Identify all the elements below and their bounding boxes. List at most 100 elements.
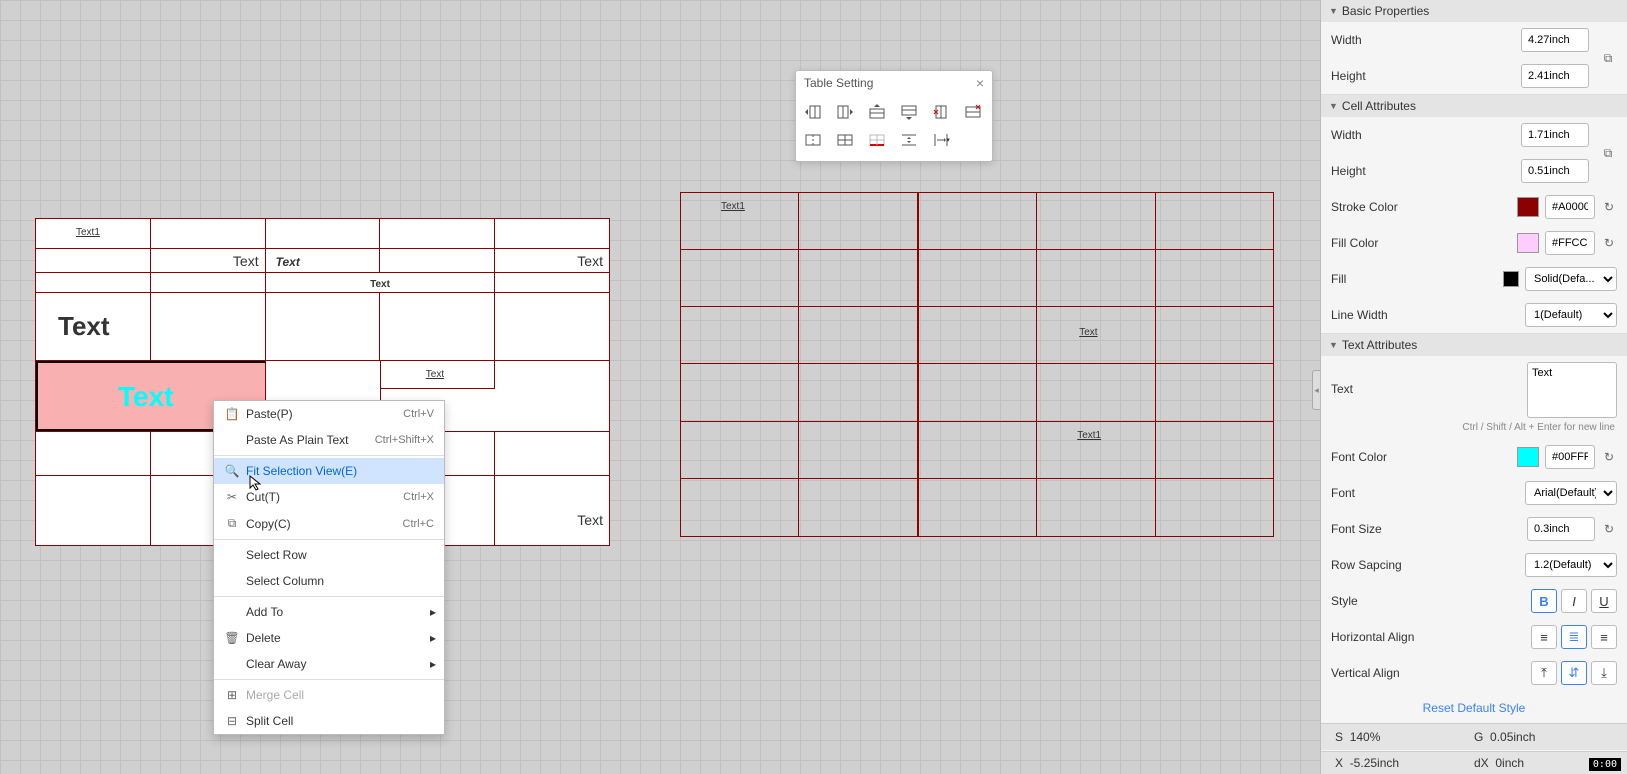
italic-button[interactable]: I (1561, 589, 1587, 613)
t1-cell[interactable]: Text (36, 293, 151, 360)
t1-cell[interactable] (495, 361, 609, 431)
stroke-color-swatch[interactable] (1517, 197, 1539, 217)
menu-fit-selection[interactable]: 🔍Fit Selection View(E) (214, 458, 444, 484)
t1-cell[interactable] (36, 249, 151, 272)
merge-cells-icon[interactable] (800, 129, 826, 151)
underline-button[interactable]: U (1591, 589, 1617, 613)
t2-cell[interactable]: Text (1037, 307, 1155, 363)
t1-cell[interactable] (495, 432, 609, 475)
insert-col-right-icon[interactable] (832, 101, 858, 123)
font-color-swatch[interactable] (1517, 447, 1539, 467)
t1-cell[interactable] (380, 293, 495, 360)
fill-color-input[interactable] (1545, 231, 1595, 255)
t2-cell[interactable] (919, 479, 1037, 536)
delete-row-icon[interactable] (960, 101, 986, 123)
t1-cell[interactable] (36, 273, 151, 292)
t2-cell[interactable] (799, 364, 918, 420)
font-select[interactable]: Arial(Default) (1525, 481, 1617, 505)
fill-type-select[interactable]: Solid(Defa... (1525, 267, 1617, 291)
insert-row-below-icon[interactable] (896, 101, 922, 123)
t2-cell[interactable] (799, 479, 918, 536)
font-color-input[interactable] (1545, 445, 1595, 469)
font-size-input[interactable] (1527, 517, 1595, 541)
menu-split-cell[interactable]: ⊟Split Cell (214, 708, 444, 734)
align-center-button[interactable]: ≣ (1561, 625, 1587, 649)
t2-cell[interactable] (1156, 422, 1273, 478)
menu-select-column[interactable]: Select Column (214, 568, 444, 594)
section-cell-header[interactable]: ▼Cell Attributes (1321, 95, 1627, 117)
text-content-input[interactable]: Text (1527, 362, 1617, 418)
insert-row-above-icon[interactable] (864, 101, 890, 123)
t2-cell[interactable] (799, 193, 918, 249)
t2-cell[interactable] (1037, 250, 1155, 306)
refresh-icon[interactable]: ↻ (1601, 199, 1617, 215)
menu-select-row[interactable]: Select Row (214, 542, 444, 568)
t1-cell[interactable]: Text (266, 249, 381, 272)
section-text-header[interactable]: ▼Text Attributes (1321, 334, 1627, 356)
row-spacing-select[interactable]: 1.2(Default) (1525, 553, 1617, 577)
t2-cell[interactable] (681, 422, 799, 478)
t2-cell[interactable] (1037, 364, 1155, 420)
line-width-select[interactable]: 1(Default) (1525, 303, 1617, 327)
t1-cell[interactable]: Text1 (36, 219, 151, 248)
t1-cell[interactable] (380, 249, 495, 272)
t2-cell[interactable] (919, 307, 1037, 363)
t2-cell[interactable] (1156, 364, 1273, 420)
close-icon[interactable]: × (976, 75, 984, 91)
t2-cell[interactable] (919, 364, 1037, 420)
t2-cell[interactable] (681, 479, 799, 536)
t2-cell[interactable] (1037, 479, 1155, 536)
basic-width-input[interactable] (1521, 28, 1589, 52)
canvas-grid[interactable]: Text1 Text Text Text Text Text Te (0, 0, 1320, 774)
lock-aspect-icon[interactable]: ⧉ (1599, 144, 1617, 162)
t2-cell[interactable]: Text1 (681, 193, 799, 249)
lock-aspect-icon[interactable]: ⧉ (1599, 49, 1617, 67)
t2-cell[interactable] (1037, 193, 1155, 249)
t2-cell[interactable]: Text1 (1037, 422, 1155, 478)
menu-cut[interactable]: ✂Cut(T)Ctrl+X (214, 484, 444, 510)
t1-cell[interactable] (151, 293, 266, 360)
t2-cell[interactable] (799, 250, 918, 306)
bold-button[interactable]: B (1531, 589, 1557, 613)
menu-add-to[interactable]: Add To▸ (214, 599, 444, 625)
t2-cell[interactable] (919, 250, 1037, 306)
menu-paste[interactable]: 📋Paste(P)Ctrl+V (214, 401, 444, 427)
t1-cell[interactable]: Text (381, 361, 496, 389)
align-bottom-button[interactable]: ⤓ (1591, 661, 1617, 685)
t1-cell[interactable] (36, 476, 151, 546)
t1-cell[interactable] (495, 273, 609, 292)
fill-type-swatch[interactable] (1503, 271, 1519, 287)
t2-cell[interactable] (681, 250, 799, 306)
t1-cell[interactable] (495, 219, 609, 248)
t1-cell[interactable] (266, 293, 381, 360)
t1-cell[interactable] (266, 219, 381, 248)
border-bottom-icon[interactable] (864, 129, 890, 151)
split-cells-icon[interactable] (832, 129, 858, 151)
panel-collapse-handle[interactable]: ◂ (1312, 370, 1320, 410)
t2-cell[interactable] (1156, 479, 1273, 536)
menu-delete[interactable]: 🗑Delete▸ (214, 625, 444, 651)
refresh-icon[interactable]: ↻ (1601, 235, 1617, 251)
t1-cell[interactable] (151, 219, 266, 248)
t2-cell[interactable] (1156, 250, 1273, 306)
t2-cell[interactable] (1156, 193, 1273, 249)
t1-cell[interactable] (151, 273, 266, 292)
basic-height-input[interactable] (1521, 64, 1589, 88)
table-setting-toolbar[interactable]: Table Setting × ▾ (795, 70, 993, 162)
reset-style-button[interactable]: Reset Default Style (1321, 691, 1627, 725)
refresh-icon[interactable]: ↻ (1601, 521, 1617, 537)
refresh-icon[interactable]: ↻ (1601, 449, 1617, 465)
cell-height-input[interactable] (1521, 159, 1589, 183)
align-left-button[interactable]: ≡ (1531, 625, 1557, 649)
fill-color-swatch[interactable] (1517, 233, 1539, 253)
menu-clear-away[interactable]: Clear Away▸ (214, 651, 444, 677)
t1-cell[interactable]: Text (495, 249, 609, 272)
menu-paste-plain[interactable]: Paste As Plain TextCtrl+Shift+X (214, 427, 444, 453)
table-2[interactable]: Text1 Text Text1 (680, 192, 1274, 537)
t1-cell[interactable]: Text (151, 249, 266, 272)
t2-cell[interactable] (919, 193, 1037, 249)
distribute-rows-icon[interactable] (896, 129, 922, 151)
t2-cell[interactable] (1156, 307, 1273, 363)
align-top-button[interactable]: ⤒ (1531, 661, 1557, 685)
t2-cell[interactable] (799, 422, 918, 478)
